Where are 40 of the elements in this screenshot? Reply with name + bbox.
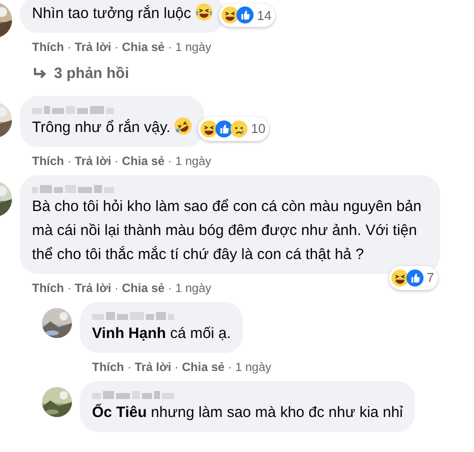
separator-dot: ·	[126, 360, 132, 374]
comment-text: Vinh Hạnh cá mối ạ.	[92, 324, 231, 342]
separator-dot: ·	[114, 40, 120, 54]
comment-text: Bà cho tôi hỏi kho làm sao để con cá còn màu nguyên bản mà cái nồi lại thành màu bóg đêm được như ảnh. Với tiện thể cho tôi thắc mắc tí chứ đây là con cá thật hả ?	[32, 198, 422, 262]
comment-time: 1 ngày	[175, 40, 212, 54]
share-link[interactable]: Chia sẻ	[122, 280, 165, 294]
reaction-count: 7	[426, 269, 434, 287]
like-link[interactable]: Thích	[32, 280, 64, 294]
share-link[interactable]: Chia sẻ	[182, 360, 225, 374]
comment-time: 1 ngày	[235, 360, 272, 374]
separator-dot: ·	[66, 280, 72, 294]
separator-dot: ·	[66, 154, 72, 168]
separator-dot: ·	[114, 280, 120, 294]
separator-dot: ·	[166, 280, 173, 294]
separator-dot: ·	[174, 360, 180, 374]
reply-link[interactable]: Trả lời	[134, 360, 172, 374]
like-link[interactable]: Thích	[92, 360, 124, 374]
reaction-summary[interactable]: 7	[388, 266, 438, 290]
reply-link[interactable]: Trả lời	[74, 154, 112, 168]
comment-time: 1 ngày	[175, 280, 212, 294]
reaction-summary[interactable]: 10	[198, 117, 270, 140]
share-link[interactable]: Chia sẻ	[122, 154, 165, 168]
comment-time: 1 ngày	[175, 154, 212, 168]
separator-dot: ·	[166, 154, 173, 168]
share-link[interactable]: Chia sẻ	[122, 40, 165, 54]
separator-dot: ·	[226, 360, 233, 374]
view-replies-link[interactable]: 3 phản hồi	[20, 57, 129, 92]
reaction-count: 14	[257, 6, 272, 24]
like-link[interactable]: Thích	[32, 40, 64, 54]
comment-text: Ốc Tiêu nhưng làm sao mà kho đc như kia nhỉ	[92, 404, 403, 420]
separator-dot: ·	[166, 40, 173, 54]
like-link[interactable]: Thích	[32, 154, 64, 168]
reaction-summary[interactable]: 14	[219, 4, 276, 27]
comment-text: Nhìn tao tưởng rắn luộc	[32, 5, 192, 22]
separator-dot: ·	[114, 154, 120, 168]
comment-text: Trông như ổ rắn vậy.	[32, 118, 170, 136]
separator-dot: ·	[66, 40, 72, 54]
reaction-count: 10	[251, 120, 266, 138]
reply-link[interactable]: Trả lời	[74, 280, 112, 294]
reply-link[interactable]: Trả lời	[74, 40, 112, 54]
